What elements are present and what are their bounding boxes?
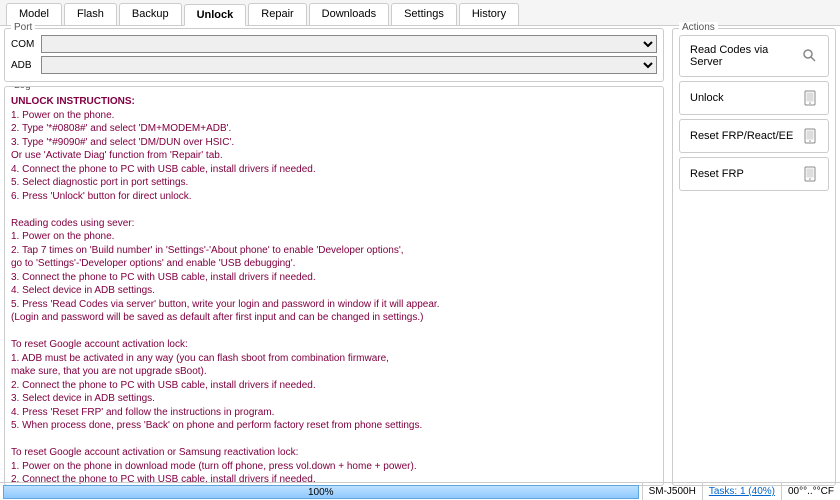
adb-label: ADB	[11, 60, 41, 71]
actions-group: Actions Read Codes via ServerUnlockReset…	[672, 28, 836, 486]
tab-downloads[interactable]: Downloads	[309, 3, 389, 25]
action-reset-frp-react-ee[interactable]: Reset FRP/React/EE	[679, 119, 829, 153]
phone-icon	[802, 166, 818, 182]
tab-repair[interactable]: Repair	[248, 3, 306, 25]
adb-select[interactable]	[41, 56, 657, 74]
actions-title: Actions	[679, 22, 718, 33]
port-group: Port COM ADB	[4, 28, 664, 82]
tab-history[interactable]: History	[459, 3, 519, 25]
status-model: SM-J500H	[642, 483, 702, 500]
action-read-codes-via-server[interactable]: Read Codes via Server	[679, 35, 829, 77]
tab-unlock[interactable]: Unlock	[184, 4, 247, 26]
action-unlock[interactable]: Unlock	[679, 81, 829, 115]
port-title: Port	[11, 22, 35, 33]
log-panel: Log UNLOCK INSTRUCTIONS:1. Power on the …	[4, 86, 664, 486]
log-title: Log	[11, 86, 34, 91]
search-icon	[802, 48, 818, 64]
phone-icon	[802, 128, 818, 144]
tab-flash[interactable]: Flash	[64, 3, 117, 25]
tab-settings[interactable]: Settings	[391, 3, 457, 25]
com-select[interactable]	[41, 35, 657, 53]
status-bar: 100% SM-J500H Tasks: 1 (40%) 00°°..°°CF	[0, 482, 840, 500]
action-reset-frp[interactable]: Reset FRP	[679, 157, 829, 191]
com-label: COM	[11, 39, 41, 50]
phone-icon	[802, 90, 818, 106]
status-temp: 00°°..°°CF	[781, 483, 840, 500]
progress-bar: 100%	[3, 485, 639, 499]
tab-backup[interactable]: Backup	[119, 3, 182, 25]
status-tasks-link[interactable]: Tasks: 1 (40%)	[709, 486, 775, 497]
log-content[interactable]: UNLOCK INSTRUCTIONS:1. Power on the phon…	[5, 87, 663, 485]
